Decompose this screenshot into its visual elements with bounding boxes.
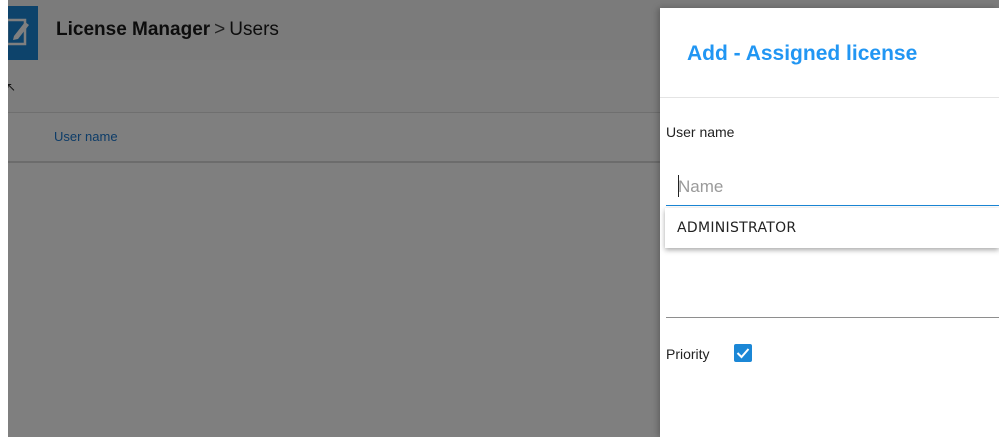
panel-title: Add - Assigned license [687,42,918,65]
priority-label: Priority [666,346,710,362]
user-name-input[interactable] [666,168,999,206]
panel-header: Add - Assigned license [660,8,999,98]
window-edge [0,0,8,437]
user-suggestions-dropdown: ADMINISTRATOR [665,208,999,248]
add-assigned-license-panel: Add - Assigned license User name ADMINIS… [660,8,999,437]
page: License Manager>Users ↖ User name Add - … [0,0,999,437]
text-cursor [678,175,679,197]
suggestion-item[interactable]: ADMINISTRATOR [677,220,796,236]
checkmark-icon [736,348,750,359]
priority-checkbox[interactable] [734,344,752,362]
divider [666,317,999,318]
user-name-label: User name [666,124,735,140]
